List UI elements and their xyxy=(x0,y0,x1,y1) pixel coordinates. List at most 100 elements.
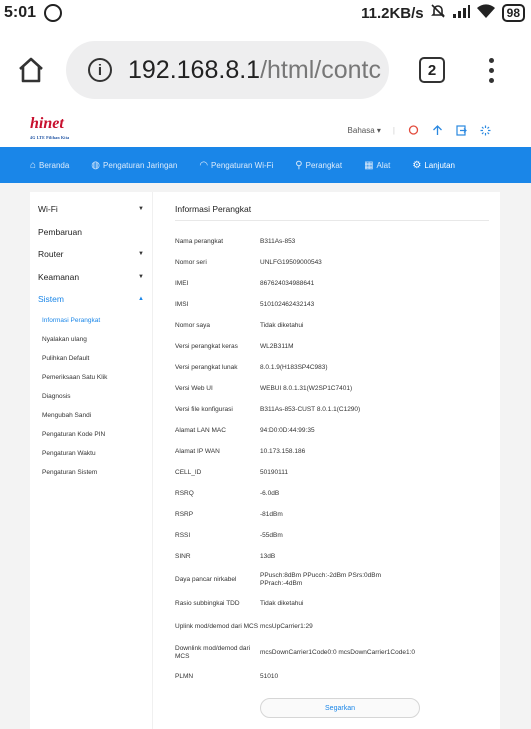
info-value: UNLFG19509000543 xyxy=(260,258,322,266)
info-value: 94:D0:0D:44:99:35 xyxy=(260,426,315,434)
info-row: IMSI 510102462432143 xyxy=(175,294,500,315)
wifi-icon: ◠ xyxy=(199,159,209,171)
info-key: RSSI xyxy=(175,531,191,539)
content-panel: Wi-Fi ▼ Pembaruan Router ▼ Keamanan ▼ Siste… xyxy=(30,192,500,729)
nav-perangkat[interactable]: ⚲ Perangkat xyxy=(295,160,342,171)
info-value: 13dB xyxy=(260,552,276,560)
info-row: Uplink mod/demod dari MCS mcsUpCarrier1:2… xyxy=(175,614,500,640)
info-value: 867624034988641 xyxy=(260,279,315,287)
wifi-status-icon xyxy=(476,3,496,23)
sidebar-sub-pemeriksaan-satu-klik[interactable]: Pemeriksaan Satu Klik xyxy=(30,368,152,387)
info-row: Versi perangkat lunak 8.0.1.9(H183SP4C983… xyxy=(175,357,500,378)
refresh-button[interactable]: Segarkan xyxy=(260,698,420,718)
net-speed: 11.2KB/s xyxy=(361,4,424,22)
info-key: Downlink mod/demod dari MCS xyxy=(175,645,251,660)
sidebar-sub-nyalakan-ulang[interactable]: Nyalakan ulang xyxy=(30,330,152,349)
info-row: Downlink mod/demod dari MCS mcsDownCarrie… xyxy=(175,640,500,666)
sidebar-item-sistem[interactable]: Sistem ▲ xyxy=(30,288,152,311)
info-row: Daya pancar nirkabel PPusch:8dBm PPucch:-… xyxy=(175,567,500,593)
nav-lanjutan[interactable]: ⚙ Lanjutan xyxy=(412,160,455,171)
info-value: mcsUpCarrier1:29 xyxy=(260,623,313,630)
sidebar-item-pembaruan[interactable]: Pembaruan xyxy=(30,221,152,244)
gear-icon: ⚙ xyxy=(412,159,422,171)
chevron-down-icon: ▼ xyxy=(138,273,144,280)
nav-pengaturan-wifi[interactable]: ◠ Pengaturan Wi-Fi xyxy=(199,160,273,171)
sidebar-sub-mengubah-sandi[interactable]: Mengubah Sandi xyxy=(30,406,152,425)
device-info-table: Nama perangkat B311As-853 Nomor seri UNLFG… xyxy=(175,231,500,687)
info-row: IMEI 867624034988641 xyxy=(175,273,500,294)
info-key: Alamat LAN MAC xyxy=(175,426,226,434)
upload-arrow-icon[interactable] xyxy=(431,125,443,137)
devices-icon: ⚲ xyxy=(295,159,303,171)
info-row: Versi file konfigurasi B311As-853-CUST 8.… xyxy=(175,399,500,420)
info-key: IMEI xyxy=(175,279,189,287)
sidebar-sub-pengaturan-waktu[interactable]: Pengaturan Waktu xyxy=(30,444,152,463)
hinet-logo: hinet 4G LTE Pilihan Kita xyxy=(30,114,70,140)
info-key: PLMN xyxy=(175,672,194,680)
message-icon[interactable] xyxy=(407,125,419,137)
main-nav: ⌂ Beranda ◍ Pengaturan Jaringan ◠ Pengat… xyxy=(0,147,531,183)
router-header: hinet 4G LTE Pilihan Kita Bahasa ▾ | xyxy=(0,114,531,147)
info-value: 51010 xyxy=(260,672,279,680)
sidebar-item-keamanan[interactable]: Keamanan ▼ xyxy=(30,266,152,289)
loading-icon xyxy=(479,125,491,137)
chevron-down-icon: ▼ xyxy=(138,251,144,258)
info-row: SINR 13dB xyxy=(175,546,500,567)
info-value: Tidak diketahui xyxy=(260,599,304,607)
sidebar-item-router[interactable]: Router ▼ xyxy=(30,243,152,266)
info-key: Versi perangkat lunak xyxy=(175,363,238,371)
sidebar-sub-pengaturan-sistem[interactable]: Pengaturan Sistem xyxy=(30,463,152,482)
nav-beranda[interactable]: ⌂ Beranda xyxy=(30,160,69,171)
info-value: 10.173.158.186 xyxy=(260,447,306,455)
language-select[interactable]: Bahasa ▾ xyxy=(348,126,381,135)
info-key: Versi perangkat keras xyxy=(175,342,238,350)
info-key: Rasio subbingkai TDD xyxy=(175,599,240,607)
logout-icon[interactable] xyxy=(455,125,467,137)
signal-icon xyxy=(452,4,470,22)
globe-icon: ◍ xyxy=(91,159,101,171)
home-icon: ⌂ xyxy=(30,159,37,171)
info-key: RSRQ xyxy=(175,489,194,497)
info-value: Tidak diketahui xyxy=(260,321,304,329)
info-key: IMSI xyxy=(175,300,189,308)
sidebar-sub-pengaturan-kode-pin[interactable]: Pengaturan Kode PIN xyxy=(30,425,152,444)
browser-toolbar: i 192.168.8.1/html/contс 2 xyxy=(0,26,531,114)
info-value: 50190111 xyxy=(260,468,288,476)
info-row: Nomor seri UNLFG19509000543 xyxy=(175,252,500,273)
info-key: RSRP xyxy=(175,510,194,518)
info-row: Versi Web UI WEBUI 8.0.1.31(W2SP1C7401) xyxy=(175,378,500,399)
mute-icon xyxy=(430,3,446,23)
info-key: Nama perangkat xyxy=(175,237,224,245)
divider: | xyxy=(392,126,395,135)
page-title: Informasi Perangkat xyxy=(175,204,489,221)
whatsapp-icon xyxy=(44,4,63,22)
overflow-menu-button[interactable] xyxy=(489,57,494,83)
info-value: B311As-853-CUST 8.0.1.1(C1290) xyxy=(260,405,361,413)
sidebar-item-wifi[interactable]: Wi-Fi ▼ xyxy=(30,198,152,221)
sidebar-sub-informasi-perangkat[interactable]: Informasi Perangkat xyxy=(30,311,152,330)
info-key: Nomor seri xyxy=(175,258,207,266)
info-key: Daya pancar nirkabel xyxy=(175,576,237,583)
address-bar[interactable]: i 192.168.8.1/html/contс xyxy=(66,41,389,99)
status-bar: 5:01 11.2KB/s 98 xyxy=(0,0,531,26)
tools-icon: ▦ xyxy=(364,159,374,171)
nav-pengaturan-jaringan[interactable]: ◍ Pengaturan Jaringan xyxy=(91,160,177,171)
sidebar-sub-pulihkan-default[interactable]: Pulihkan Default xyxy=(30,349,152,368)
nav-alat[interactable]: ▦ Alat xyxy=(364,160,390,171)
info-icon[interactable]: i xyxy=(88,58,112,82)
url-text[interactable]: 192.168.8.1/html/contс xyxy=(128,56,381,85)
info-row: RSRQ -6.0dB xyxy=(175,483,500,504)
home-button[interactable] xyxy=(14,53,48,87)
info-row: Alamat LAN MAC 94:D0:0D:44:99:35 xyxy=(175,420,500,441)
sidebar-sub-diagnosis[interactable]: Diagnosis xyxy=(30,387,152,406)
info-row: Nomor saya Tidak diketahui xyxy=(175,315,500,336)
router-web-page: hinet 4G LTE Pilihan Kita Bahasa ▾ | ⌂ B… xyxy=(0,114,531,729)
info-value: 8.0.1.9(H183SP4C983) xyxy=(260,363,328,371)
info-row: RSSI -55dBm xyxy=(175,525,500,546)
info-key: Alamat IP WAN xyxy=(175,447,220,455)
tab-switcher-button[interactable]: 2 xyxy=(419,57,445,83)
info-value: -81dBm xyxy=(260,510,283,518)
info-row: Versi perangkat keras WL2B311M xyxy=(175,336,500,357)
info-row: Rasio subbingkai TDD Tidak diketahui xyxy=(175,593,500,614)
info-value: PPusch:8dBm PPucch:-2dBm PSrs:0dBm PPrac… xyxy=(260,572,382,587)
